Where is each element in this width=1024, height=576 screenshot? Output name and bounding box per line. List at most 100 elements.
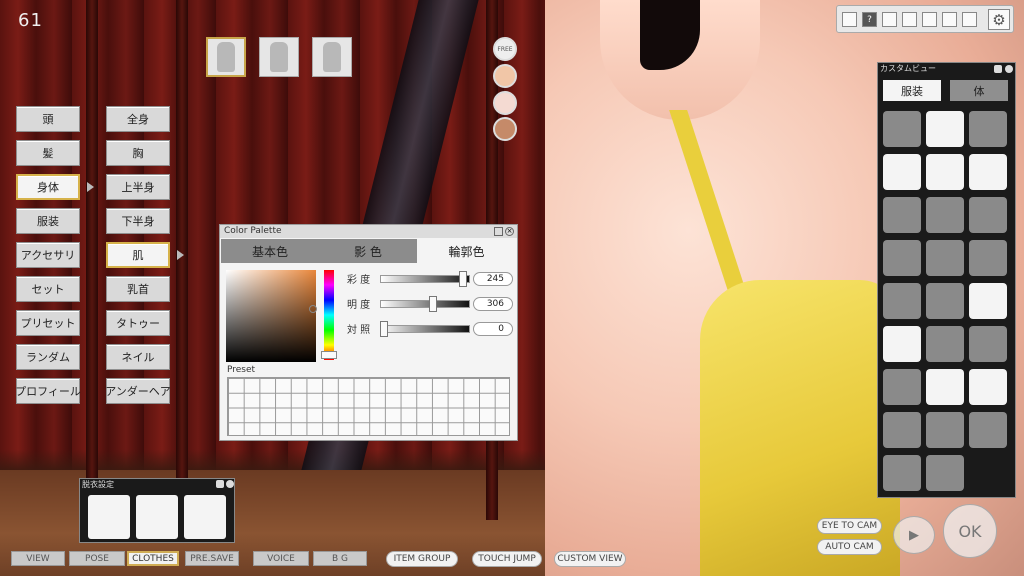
undress-full-button[interactable] (88, 495, 130, 539)
auto-cam-button[interactable]: AUTO CAM (817, 539, 882, 555)
clothing-item-toggle[interactable] (883, 197, 921, 233)
bottom-pill-button[interactable]: ITEM GROUP (386, 551, 458, 567)
slider-track[interactable] (380, 300, 470, 308)
gear-icon[interactable]: ⚙ (988, 9, 1010, 30)
clothing-item-toggle[interactable] (969, 283, 1007, 319)
clothing-item-toggle[interactable] (926, 455, 964, 491)
clothing-item-toggle[interactable] (926, 197, 964, 233)
outfit-thumb-1[interactable] (206, 37, 246, 77)
clothing-item-toggle[interactable] (926, 154, 964, 190)
menu-sub-item[interactable]: 全身 (106, 106, 170, 132)
resize-icon[interactable] (494, 227, 503, 236)
clothing-item-toggle[interactable] (969, 240, 1007, 276)
bottom-tab[interactable]: VIEW (11, 551, 65, 566)
slider-track[interactable] (380, 325, 470, 333)
clothing-item-toggle[interactable] (883, 326, 921, 362)
clothing-item-toggle[interactable] (926, 412, 964, 448)
bottom-pill-button[interactable]: CUSTOM VIEW (554, 551, 626, 567)
clothing-item-toggle[interactable] (926, 240, 964, 276)
preset-color-grid[interactable] (227, 377, 510, 436)
menu-sub-item[interactable]: アンダーヘア (105, 378, 171, 404)
bottom-tab[interactable]: POSE (69, 551, 125, 566)
clothing-item-toggle[interactable] (883, 369, 921, 405)
color-swatch[interactable] (493, 91, 517, 115)
color-swatch[interactable] (493, 64, 517, 88)
minimize-icon[interactable] (226, 480, 234, 488)
camera-icon[interactable]: ▶ (893, 516, 935, 554)
close-icon[interactable]: × (505, 227, 514, 236)
clothing-item-toggle[interactable] (883, 240, 921, 276)
menu-main-item[interactable]: 身体 (16, 174, 80, 200)
clothing-item-toggle[interactable] (926, 369, 964, 405)
tab-shadow-color[interactable]: 影 色 (319, 239, 417, 263)
menu-main-item[interactable]: プリセット (16, 310, 80, 336)
undress-half-button[interactable] (136, 495, 178, 539)
tab-clothes[interactable]: 服装 (883, 80, 941, 101)
menu-sub-item[interactable]: 上半身 (106, 174, 170, 200)
menu-main-item[interactable]: プロフィール (15, 378, 81, 404)
slider-value[interactable]: 245 (473, 272, 513, 286)
clothing-item-toggle[interactable] (926, 283, 964, 319)
clothing-item-toggle[interactable] (969, 197, 1007, 233)
tab-body[interactable]: 体 (950, 80, 1008, 101)
undress-none-button[interactable] (184, 495, 226, 539)
minimize-icon[interactable] (1005, 65, 1013, 73)
menu-sub-item[interactable]: ネイル (106, 344, 170, 370)
camera-icon[interactable] (942, 12, 957, 27)
slider-track[interactable] (380, 275, 470, 283)
clothing-item-toggle[interactable] (883, 412, 921, 448)
clothing-item-toggle[interactable] (969, 412, 1007, 448)
clothing-item-toggle[interactable] (926, 111, 964, 147)
menu-sub-item[interactable]: タトゥー (106, 310, 170, 336)
clothing-item-toggle[interactable] (969, 111, 1007, 147)
power-icon[interactable] (842, 12, 857, 27)
menu-main-item[interactable]: 服装 (16, 208, 80, 234)
hue-handle[interactable] (321, 351, 337, 359)
menu-main-item[interactable]: ランダム (16, 344, 80, 370)
chart-icon[interactable] (902, 12, 917, 27)
menu-sub-item[interactable]: 肌 (106, 242, 170, 268)
slider-handle[interactable] (429, 296, 438, 312)
bottom-tab[interactable]: CLOTHES (127, 551, 179, 566)
clothing-item-toggle[interactable] (883, 111, 921, 147)
menu-main-item[interactable]: アクセサリ (16, 242, 80, 268)
help-icon[interactable]: ? (862, 12, 877, 27)
menu-main-item[interactable]: 頭 (16, 106, 80, 132)
info-icon[interactable] (882, 12, 897, 27)
menu-sub-item[interactable]: 下半身 (106, 208, 170, 234)
reset-icon[interactable] (994, 65, 1002, 73)
clothing-item-toggle[interactable] (969, 369, 1007, 405)
menu-main-item[interactable]: 髪 (16, 140, 80, 166)
free-color-swatch[interactable]: FREE (493, 37, 517, 61)
clothing-item-toggle[interactable] (883, 455, 921, 491)
clothing-item-toggle[interactable] (969, 326, 1007, 362)
saturation-value-picker[interactable] (226, 270, 316, 362)
bottom-tab[interactable]: B G (313, 551, 367, 566)
link-icon[interactable] (962, 12, 977, 27)
clothing-item-toggle[interactable] (969, 154, 1007, 190)
bottom-tab[interactable]: VOICE (253, 551, 309, 566)
clothing-item-toggle[interactable] (883, 283, 921, 319)
menu-sub-item[interactable]: 乳首 (106, 276, 170, 302)
reset-icon[interactable] (216, 480, 224, 488)
color-swatch[interactable] (493, 117, 517, 141)
picker-cursor[interactable] (309, 305, 317, 313)
tab-outline-color[interactable]: 輪郭色 (417, 239, 516, 263)
hue-slider[interactable] (324, 270, 334, 360)
swap-icon[interactable] (922, 12, 937, 27)
ok-button[interactable]: OK (943, 504, 997, 558)
menu-sub-item[interactable]: 胸 (106, 140, 170, 166)
outfit-thumb-2[interactable] (259, 37, 299, 77)
menu-main-item[interactable]: セット (16, 276, 80, 302)
bottom-tab[interactable]: PRE.SAVE (185, 551, 239, 566)
slider-value[interactable]: 306 (473, 297, 513, 311)
clothing-item-toggle[interactable] (883, 154, 921, 190)
tab-base-color[interactable]: 基本色 (221, 239, 319, 263)
clothing-item-toggle[interactable] (926, 326, 964, 362)
slider-handle[interactable] (380, 321, 388, 337)
outfit-thumb-3[interactable] (312, 37, 352, 77)
slider-value[interactable]: 0 (473, 322, 513, 336)
eye-to-cam-button[interactable]: EYE TO CAM (817, 518, 882, 534)
bottom-pill-button[interactable]: TOUCH JUMP (472, 551, 542, 567)
slider-handle[interactable] (458, 271, 467, 287)
